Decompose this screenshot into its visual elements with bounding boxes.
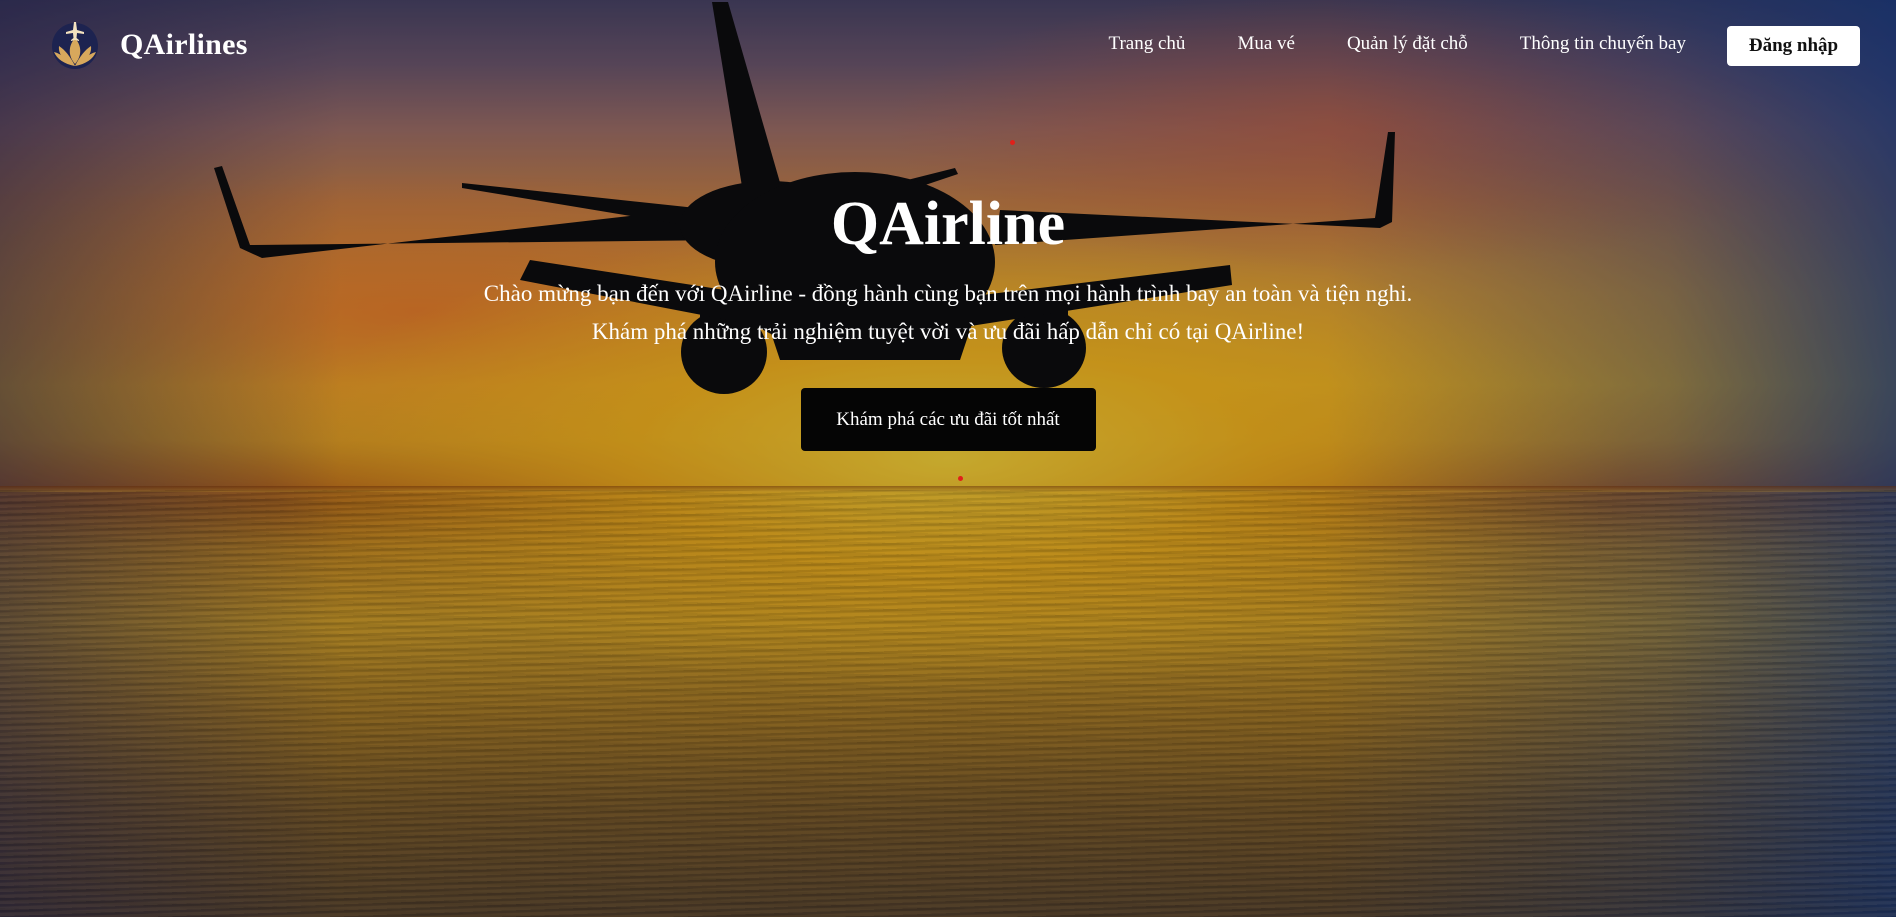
- hero-subtitle-line-2: Khám phá những trải nghiệm tuyệt vời và …: [591, 319, 1305, 344]
- airplane-silhouette: [214, 2, 1395, 394]
- navbar: QAirlines Trang chủ Mua vé Quản lý đặt c…: [0, 0, 1896, 92]
- brand-name: QAirlines: [120, 28, 248, 61]
- lotus-plane-logo-icon: [52, 22, 98, 69]
- brand[interactable]: QAirlines: [50, 18, 248, 72]
- login-button[interactable]: Đăng nhập: [1727, 26, 1860, 66]
- main-nav: Trang chủ Mua vé Quản lý đặt chỗ Thông t…: [1057, 33, 1686, 55]
- nav-link-home[interactable]: Trang chủ: [1109, 33, 1186, 55]
- nav-link-flight-info[interactable]: Thông tin chuyến bay: [1520, 33, 1686, 55]
- hero-subtitle-line-1: Chào mừng bạn đến với QAirline - đồng hà…: [483, 281, 1413, 306]
- explore-offers-button[interactable]: Khám phá các ưu đãi tốt nhất: [800, 388, 1096, 451]
- hero-content: QAirline Chào mừng bạn đến với QAirline …: [0, 185, 1896, 451]
- red-dot-marker: [958, 476, 963, 481]
- hero-subtitle: Chào mừng bạn đến với QAirline - đồng hà…: [0, 275, 1896, 351]
- nav-link-manage-booking[interactable]: Quản lý đặt chỗ: [1347, 33, 1468, 55]
- hero-title: QAirline: [830, 190, 1066, 258]
- red-dot-marker: [1010, 140, 1015, 145]
- nav-link-buy-tickets[interactable]: Mua vé: [1237, 33, 1295, 55]
